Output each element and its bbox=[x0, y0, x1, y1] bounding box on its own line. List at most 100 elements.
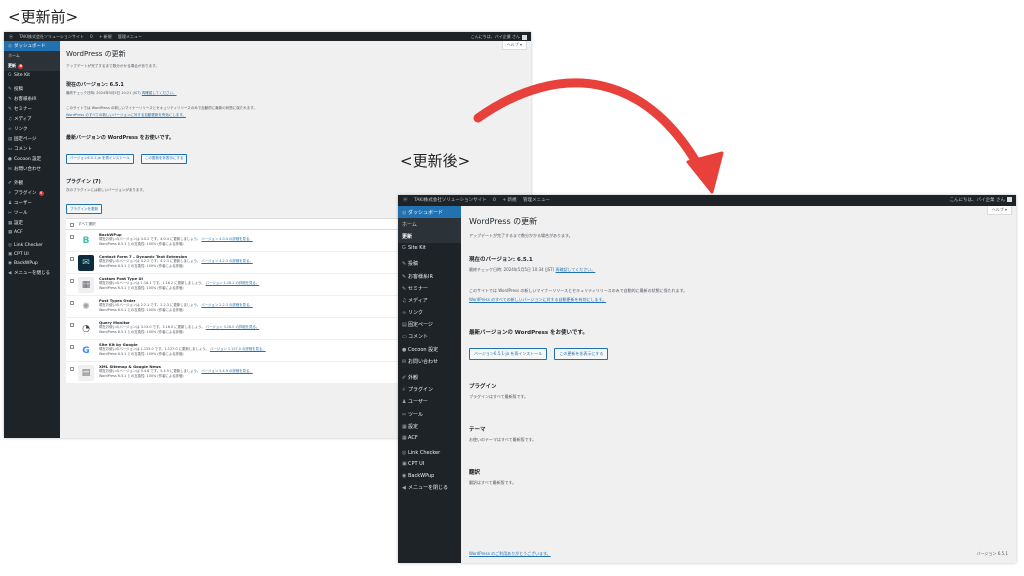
wordpress-logo-icon[interactable]: ⓦ bbox=[9, 32, 13, 41]
menu-seminar[interactable]: ✎ セミナー bbox=[398, 282, 461, 294]
plugin-details-link[interactable]: バージョン 1.127.0 の詳細を見る。 bbox=[210, 347, 266, 351]
menu-posts[interactable]: ✎ 投稿 bbox=[398, 258, 461, 270]
avatar bbox=[1007, 197, 1012, 202]
user-greeting[interactable]: こんにちは、バイ企業 さん bbox=[950, 195, 1012, 206]
menu-tools[interactable]: ✂ ツール bbox=[398, 408, 461, 420]
translations-title: 翻訳 bbox=[469, 470, 481, 476]
menu-collapse[interactable]: ◀ メニューを閉じる bbox=[398, 481, 461, 493]
update-plugins-button[interactable]: プラグインを更新 bbox=[66, 204, 102, 214]
select-all-checkbox[interactable] bbox=[70, 223, 74, 227]
admin-bar: ⓦ TAKI株式会社ソリューションサイト 0 + 新規 管理メニュー こんにちは… bbox=[4, 32, 531, 41]
help-tab[interactable]: ヘルプ ▾ bbox=[986, 206, 1012, 215]
menu-pages[interactable]: ▤固定ページ bbox=[4, 134, 60, 144]
site-name-link[interactable]: TAKI株式会社ソリューションサイト bbox=[19, 32, 84, 41]
menu-cpt-ui[interactable]: ▣CPT UI bbox=[4, 250, 60, 259]
new-content-link[interactable]: + 新規 bbox=[502, 195, 516, 206]
menu-contact[interactable]: ✉ お問い合わせ bbox=[4, 164, 60, 174]
after-screenshot: ⓦ TAKI株式会社ソリューションサイト 0 + 新規 管理メニュー こんにちは… bbox=[398, 195, 1016, 563]
menu-media[interactable]: ♫ メディア bbox=[4, 114, 60, 124]
menu-acf[interactable]: ▦ACF bbox=[398, 432, 461, 443]
plugin-version-line: 現在お使いのバージョンは 1.125.0 です。1.127.0 に更新しましょう… bbox=[99, 347, 266, 352]
menu-seminar[interactable]: ✎ セミナー bbox=[4, 104, 60, 114]
auto-update-text: このサイトでは WordPress の新しいマイナーリリースとセキュリティリリー… bbox=[66, 106, 257, 110]
menu-cpt-ui[interactable]: ▣CPT UI bbox=[398, 459, 461, 470]
menu-link-checker[interactable]: ◎ Link Checker bbox=[398, 448, 461, 459]
menu-pages[interactable]: ▤固定ページ bbox=[398, 319, 461, 331]
admin-bar: ⓦ TAKI株式会社ソリューションサイト 0 + 新規 管理メニュー こんにちは… bbox=[398, 195, 1016, 206]
plugin-details-link[interactable]: バージョン 5.4.9 の詳細を見る。 bbox=[201, 369, 252, 373]
menu-dashboard[interactable]: ◍ ダッシュボード bbox=[398, 206, 461, 219]
menu-updates[interactable]: 更新 bbox=[398, 230, 461, 242]
menu-dashboard[interactable]: ◍ ダッシュボード bbox=[4, 41, 60, 51]
menu-home[interactable]: ホーム bbox=[398, 218, 461, 230]
menu-settings[interactable]: ▦設定 bbox=[398, 420, 461, 432]
menu-contact[interactable]: ✉ お問い合わせ bbox=[398, 355, 461, 367]
auto-update-link[interactable]: WordPress のすべての新しいバージョンに対する自動更新を有効にします。 bbox=[66, 113, 525, 118]
menu-acf[interactable]: ▦ACF bbox=[4, 228, 60, 237]
check-again-link[interactable]: 再確認してください。 bbox=[556, 267, 596, 272]
comments-count[interactable]: 0 bbox=[493, 195, 496, 206]
plugin-details-link[interactable]: バージョン 4.0.4 の詳細を見る。 bbox=[201, 237, 252, 241]
menu-cocoon[interactable]: ● Cocoon 設定 bbox=[4, 154, 60, 164]
menu-backwpup[interactable]: ◉ BackWPup bbox=[4, 259, 60, 268]
menu-ir[interactable]: ✎ お客様糸IR bbox=[398, 270, 461, 282]
last-check: 最終チェック日時: 2024年5月5日 10:34 (JST) 再確認してくださ… bbox=[469, 267, 596, 272]
admin-sidebar: ◍ ダッシュボード ホーム 更新 G Site Kit ✎ 投稿 ✎ お客様糸IR ✎ セ… bbox=[398, 206, 461, 563]
menu-appearance[interactable]: ✐ 外観 bbox=[398, 371, 461, 383]
translations-description: 翻訳はすべて最新版です。 bbox=[469, 480, 517, 485]
menu-media[interactable]: ♫ メディア bbox=[398, 294, 461, 306]
menu-plugins[interactable]: ⚡ プラグイン 6 bbox=[4, 188, 60, 198]
hide-update-button[interactable]: この更新を非表示にする bbox=[140, 153, 188, 164]
menu-links[interactable]: ∞ リンク bbox=[398, 307, 461, 319]
menu-tools[interactable]: ✂ ツール bbox=[4, 208, 60, 218]
menu-posts[interactable]: ✎ 投稿 bbox=[4, 84, 60, 94]
menu-link-checker[interactable]: ◎ Link Checker bbox=[4, 241, 60, 250]
menu-backwpup[interactable]: ◉ BackWPup bbox=[398, 470, 461, 481]
plugin-logo-icon: ▤ bbox=[78, 365, 94, 381]
plugin-details-link[interactable]: バージョン 3.16.0 の詳細を見る。 bbox=[206, 325, 260, 329]
new-content-link[interactable]: + 新規 bbox=[99, 32, 112, 41]
plugin-checkbox[interactable] bbox=[70, 367, 74, 371]
check-again-link[interactable]: 再確認してください。 bbox=[142, 91, 177, 95]
plugin-details-link[interactable]: バージョン 4.2.3 の詳細を見る。 bbox=[201, 259, 252, 263]
hide-update-button[interactable]: この更新を非表示にする bbox=[554, 348, 609, 360]
admin-menu-link[interactable]: 管理メニュー bbox=[523, 195, 550, 206]
menu-links[interactable]: ∞ リンク bbox=[4, 124, 60, 134]
plugin-compat: WordPress 6.5.1 との互換性: 100% (作者による評価) bbox=[99, 263, 184, 268]
menu-home[interactable]: ホーム bbox=[4, 51, 60, 61]
plugin-checkbox[interactable] bbox=[70, 279, 74, 283]
plugin-checkbox[interactable] bbox=[70, 345, 74, 349]
plugin-checkbox[interactable] bbox=[70, 257, 74, 261]
comments-count[interactable]: 0 bbox=[90, 32, 93, 41]
site-name-link[interactable]: TAKI株式会社ソリューションサイト bbox=[414, 195, 487, 206]
menu-ir[interactable]: ✎ お客様糸IR bbox=[4, 94, 60, 104]
new-version-title: 最新バージョンの WordPress をお使いです。 bbox=[66, 135, 175, 141]
footer-thanks[interactable]: WordPress のご利用ありがとうございます。 bbox=[469, 551, 551, 556]
menu-comments[interactable]: ▭コメント bbox=[398, 331, 461, 343]
admin-menu-link[interactable]: 管理メニュー bbox=[118, 32, 142, 41]
user-greeting[interactable]: こんにちは、バイ企業 さん bbox=[471, 32, 527, 41]
help-tab[interactable]: ヘルプ ▾ bbox=[501, 41, 527, 50]
menu-plugins[interactable]: ⚡ プラグイン bbox=[398, 384, 461, 396]
menu-cocoon[interactable]: ● Cocoon 設定 bbox=[398, 343, 461, 355]
plugin-checkbox[interactable] bbox=[70, 235, 74, 239]
wordpress-logo-icon[interactable]: ⓦ bbox=[403, 195, 408, 206]
plugin-details-link[interactable]: バージョン 1.16.2 の詳細を見る。 bbox=[206, 281, 260, 285]
menu-comments[interactable]: ▭コメント bbox=[4, 144, 60, 154]
menu-collapse[interactable]: ◀ メニューを閉じる bbox=[4, 268, 60, 278]
menu-site-kit[interactable]: G Site Kit bbox=[398, 243, 461, 254]
arrow-head bbox=[686, 151, 724, 194]
reinstall-button[interactable]: バージョン6.5.1-ja を再インストール bbox=[66, 153, 134, 164]
menu-site-kit[interactable]: G Site Kit bbox=[4, 71, 60, 80]
menu-appearance[interactable]: ✐ 外観 bbox=[4, 178, 60, 188]
menu-updates[interactable]: 更新 6 bbox=[4, 61, 60, 71]
plugin-checkbox[interactable] bbox=[70, 301, 74, 305]
auto-update-link[interactable]: WordPress のすべての新しいバージョンに対する自動更新を有効にします。 bbox=[469, 297, 1008, 303]
menu-settings[interactable]: ▦設定 bbox=[4, 218, 60, 228]
reinstall-button[interactable]: バージョン6.5.1-ja を再インストール bbox=[469, 348, 548, 360]
plugin-details-link[interactable]: バージョン 2.2.3 の詳細を見る。 bbox=[201, 303, 252, 307]
menu-users[interactable]: ♟ ユーザー bbox=[4, 198, 60, 208]
plugin-checkbox[interactable] bbox=[70, 323, 74, 327]
menu-users[interactable]: ♟ ユーザー bbox=[398, 396, 461, 408]
plugin-logo-icon: ✺ bbox=[78, 299, 94, 315]
